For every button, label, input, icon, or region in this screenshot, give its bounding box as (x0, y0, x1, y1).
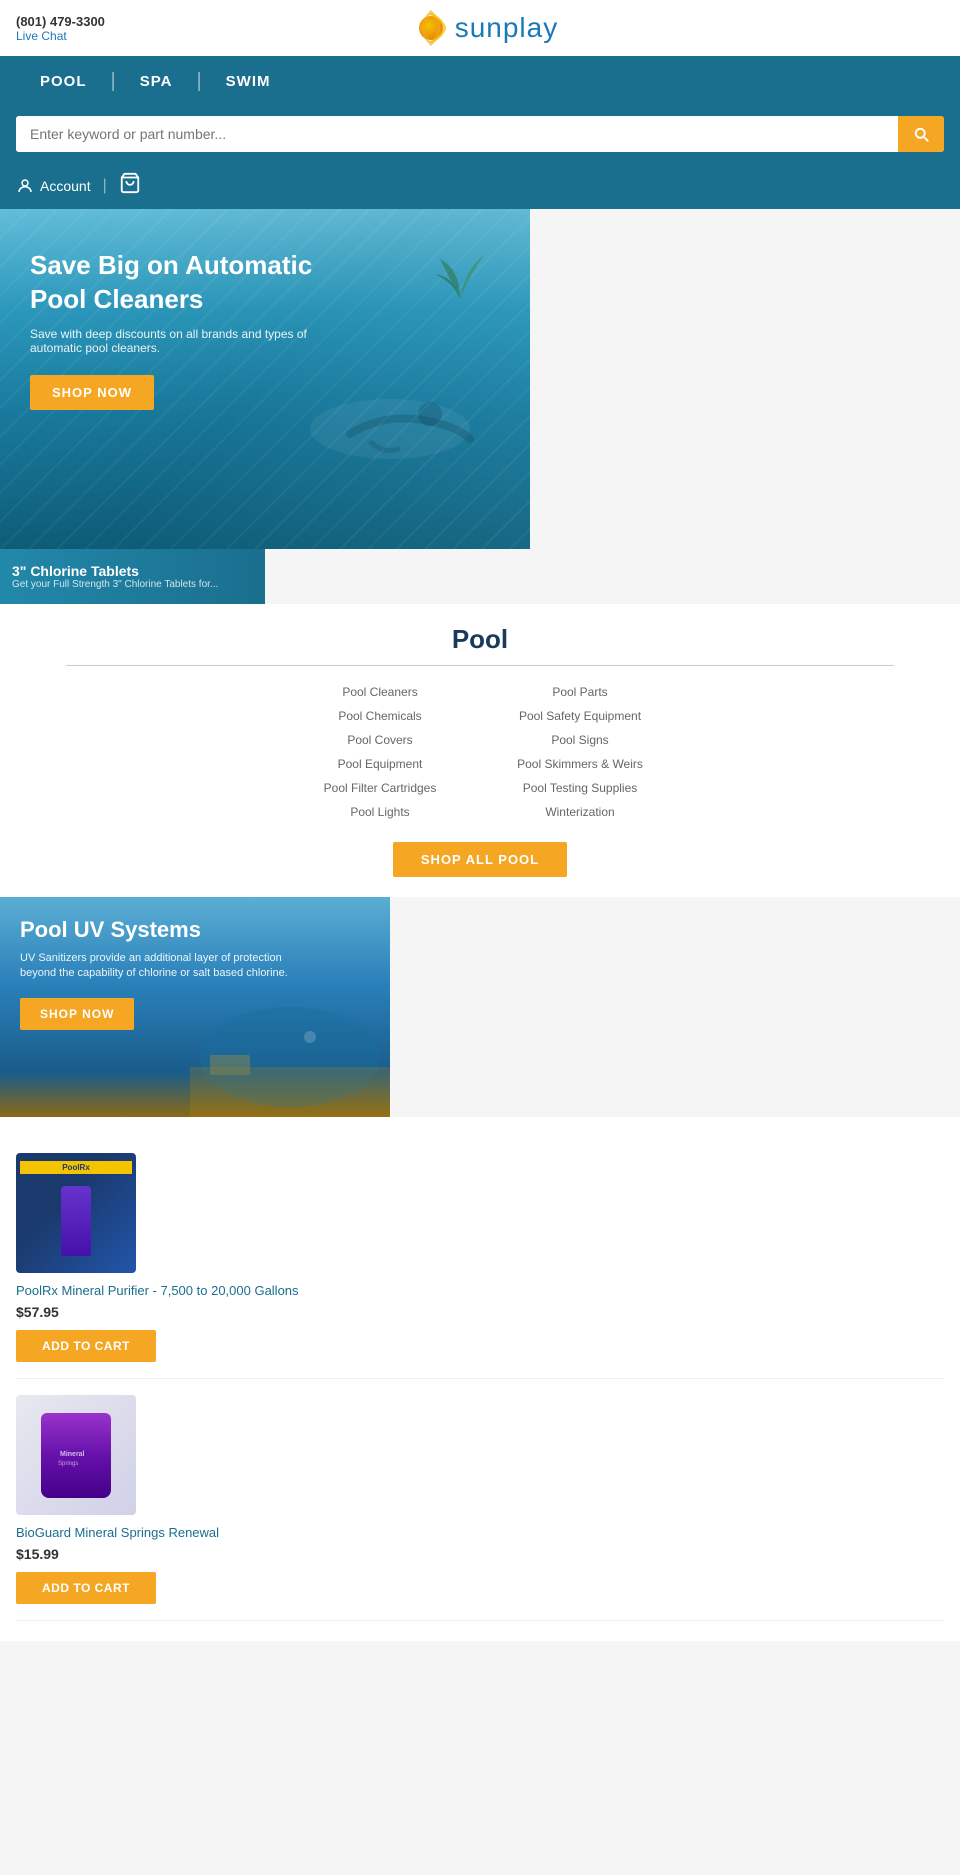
section-divider (66, 665, 894, 666)
logo[interactable]: sunplay (411, 8, 559, 48)
pool-link-covers[interactable]: Pool Covers (290, 730, 470, 750)
account-bar: Account | (0, 166, 960, 209)
pool-section: Pool Pool Cleaners Pool Parts Pool Chemi… (0, 604, 960, 897)
shop-all-pool-button[interactable]: SHOP ALL POOL (393, 842, 567, 877)
nav-spa[interactable]: SPA (116, 56, 197, 106)
product-card-bioguard: Mineral Springs BioGuard Mineral Springs… (16, 1379, 944, 1621)
main-navigation: POOL | SPA | SWIM (0, 56, 960, 106)
account-link[interactable]: Account (16, 177, 91, 195)
nav-pool[interactable]: POOL (16, 56, 111, 106)
search-icon (912, 125, 930, 143)
hero-shop-now-button[interactable]: SHOP NOW (30, 375, 154, 410)
search-button[interactable] (898, 116, 944, 152)
pool-link-cleaners[interactable]: Pool Cleaners (290, 682, 470, 702)
chlorine-banner-title: 3" Chlorine Tablets (12, 563, 218, 579)
pool-links-grid: Pool Cleaners Pool Parts Pool Chemicals … (290, 682, 670, 822)
product-image-bioguard: Mineral Springs (16, 1395, 136, 1515)
search-bar (0, 106, 960, 166)
plant-decoration (410, 219, 510, 299)
product-price-bioguard: $15.99 (16, 1546, 944, 1562)
product-name-bioguard[interactable]: BioGuard Mineral Springs Renewal (16, 1525, 944, 1540)
pool-link-skimmers[interactable]: Pool Skimmers & Weirs (490, 754, 670, 774)
hero-subtitle: Save with deep discounts on all brands a… (30, 327, 350, 355)
bioguard-bag: Mineral Springs (41, 1413, 111, 1498)
sun-logo-icon (411, 8, 451, 48)
logo-text: sunplay (455, 12, 559, 44)
svg-text:Springs: Springs (58, 1461, 78, 1467)
pool-link-signs[interactable]: Pool Signs (490, 730, 670, 750)
hero-content: Save Big on Automatic Pool Cleaners Save… (30, 249, 350, 410)
svg-text:Mineral: Mineral (60, 1451, 85, 1458)
pool-link-equipment[interactable]: Pool Equipment (290, 754, 470, 774)
product-card-poolrx: PoolRx PoolRx Mineral Purifier - 7,500 t… (16, 1137, 944, 1379)
phone-number[interactable]: (801) 479-3300 (16, 14, 105, 29)
account-label: Account (40, 178, 91, 194)
cart-svg-icon (119, 172, 141, 194)
uv-content: Pool UV Systems UV Sanitizers provide an… (20, 917, 320, 1030)
uv-shop-now-button[interactable]: SHOP NOW (20, 998, 134, 1030)
bioguard-image: Mineral Springs (16, 1395, 136, 1515)
pool-section-title: Pool (20, 624, 940, 655)
poolrx-image: PoolRx (16, 1153, 136, 1273)
uv-banner: Pool UV Systems UV Sanitizers provide an… (0, 897, 390, 1117)
nav-swim[interactable]: SWIM (202, 56, 295, 106)
account-icon (16, 177, 34, 195)
pool-link-safety[interactable]: Pool Safety Equipment (490, 706, 670, 726)
add-to-cart-bioguard[interactable]: ADD TO CART (16, 1572, 156, 1604)
chlorine-banner-subtitle: Get your Full Strength 3" Chlorine Table… (12, 579, 218, 590)
products-section: PoolRx PoolRx Mineral Purifier - 7,500 t… (0, 1117, 960, 1641)
pool-link-filters[interactable]: Pool Filter Cartridges (290, 778, 470, 798)
pool-link-winterization[interactable]: Winterization (490, 802, 670, 822)
search-input[interactable] (16, 116, 898, 152)
pool-link-chemicals[interactable]: Pool Chemicals (290, 706, 470, 726)
pool-link-testing[interactable]: Pool Testing Supplies (490, 778, 670, 798)
pool-link-lights[interactable]: Pool Lights (290, 802, 470, 822)
product-price-poolrx: $57.95 (16, 1304, 944, 1320)
chlorine-banner: 3" Chlorine Tablets Get your Full Streng… (0, 549, 265, 604)
add-to-cart-poolrx[interactable]: ADD TO CART (16, 1330, 156, 1362)
pool-link-parts[interactable]: Pool Parts (490, 682, 670, 702)
hero-banner: Save Big on Automatic Pool Cleaners Save… (0, 209, 530, 549)
account-divider: | (103, 177, 107, 195)
top-bar: (801) 479-3300 Live Chat sunplay (0, 0, 960, 56)
product-image-poolrx: PoolRx (16, 1153, 136, 1273)
uv-banner-title: Pool UV Systems (20, 917, 320, 943)
poolrx-label: PoolRx (20, 1161, 132, 1174)
product-name-poolrx[interactable]: PoolRx Mineral Purifier - 7,500 to 20,00… (16, 1283, 944, 1298)
cart-icon[interactable] (119, 172, 141, 199)
contact-info: (801) 479-3300 Live Chat (16, 14, 105, 43)
uv-banner-subtitle: UV Sanitizers provide an additional laye… (20, 951, 320, 982)
hero-title: Save Big on Automatic Pool Cleaners (30, 249, 350, 317)
live-chat-link[interactable]: Live Chat (16, 29, 105, 43)
search-container (16, 116, 944, 152)
poolrx-bottle (61, 1186, 91, 1256)
bioguard-bag-detail: Mineral Springs (56, 1440, 96, 1470)
